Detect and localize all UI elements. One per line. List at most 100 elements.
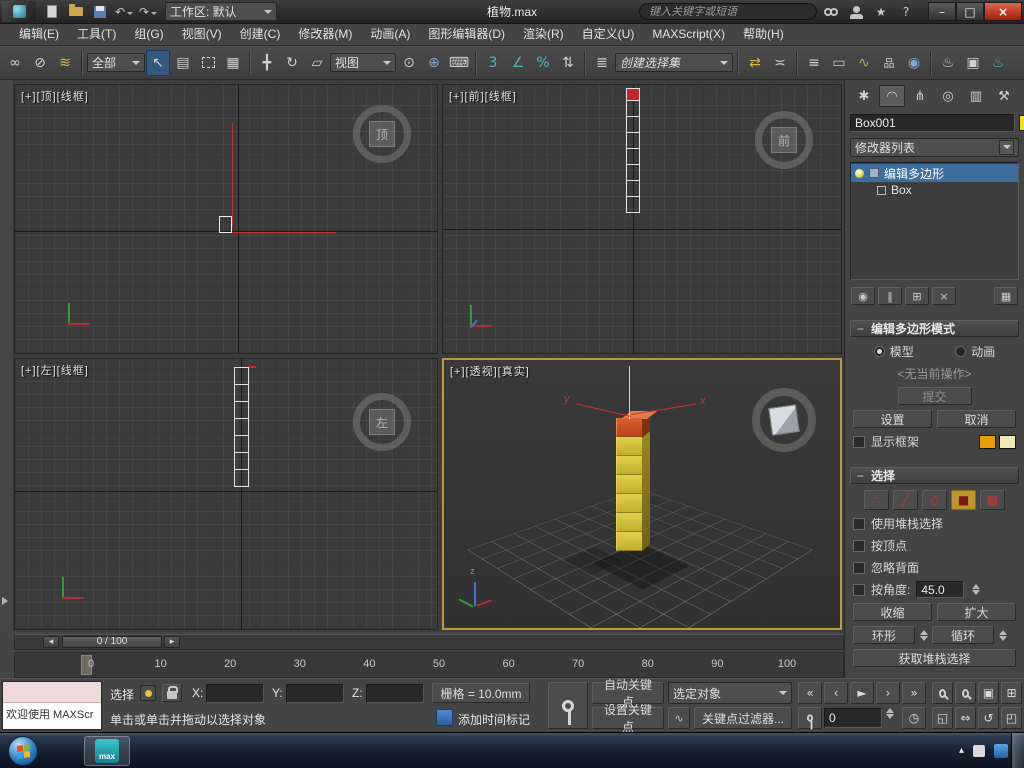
angle-spinner[interactable] xyxy=(970,584,981,595)
by-vertex-checkbox[interactable] xyxy=(853,539,865,552)
previous-frame-button[interactable]: ◂ xyxy=(43,636,59,648)
key-mode-toggle-button[interactable] xyxy=(798,707,822,730)
select-and-rotate-button[interactable]: ↻ xyxy=(280,50,304,76)
go-to-start-button[interactable]: « xyxy=(798,682,822,704)
undo-button[interactable]: ↶ xyxy=(113,2,135,22)
box-object-top-view[interactable] xyxy=(219,216,232,233)
viewcube[interactable]: 左 xyxy=(353,393,411,451)
viewcube[interactable]: 顶 xyxy=(353,105,411,163)
taskbar-item-3dsmax[interactable]: max xyxy=(84,736,130,766)
align-button[interactable]: ≍ xyxy=(768,50,792,76)
use-stack-selection-checkbox[interactable] xyxy=(853,517,865,530)
settings-button[interactable]: 设置 xyxy=(853,410,932,428)
z-coordinate-field[interactable] xyxy=(366,684,424,703)
key-filters-button[interactable]: 关键点过滤器... xyxy=(694,707,792,729)
add-time-tag-label[interactable]: 添加时间标记 xyxy=(458,711,530,728)
viewport-top[interactable]: [+][顶][线框] 顶 xyxy=(14,84,438,354)
viewport-front-label[interactable]: [+][前][线框] xyxy=(449,88,517,104)
time-slider[interactable]: ◂ 0 / 100 ▸ xyxy=(14,634,844,650)
shrink-button[interactable]: 收缩 xyxy=(853,603,932,621)
sign-in-button[interactable] xyxy=(845,2,867,22)
open-file-button[interactable] xyxy=(65,2,87,22)
menu-customize[interactable]: 自定义(U) xyxy=(573,24,644,45)
menu-help[interactable]: 帮助(H) xyxy=(734,24,793,45)
menu-tools[interactable]: 工具(T) xyxy=(68,24,125,45)
play-button[interactable]: ► xyxy=(850,682,874,704)
viewport-perspective[interactable]: [+][透视][真实] x y z xyxy=(442,358,842,630)
object-color-swatch[interactable] xyxy=(1019,115,1024,131)
tab-modify[interactable]: ◠ xyxy=(879,85,905,107)
spinner-snap-button[interactable]: ⇅ xyxy=(556,50,580,76)
pin-stack-button[interactable]: ◉ xyxy=(851,287,875,305)
time-slider-thumb[interactable]: 0 / 100 xyxy=(62,636,162,648)
configure-modifier-sets-button[interactable]: ▦ xyxy=(994,287,1018,305)
redo-button[interactable]: ↷ xyxy=(137,2,159,22)
pan-view-button[interactable]: ⇔ xyxy=(955,707,976,729)
subobject-border-button[interactable]: ◇ xyxy=(922,490,947,510)
viewcube-ring[interactable] xyxy=(752,388,816,452)
unlink-selection-button[interactable]: ⊘ xyxy=(28,50,52,76)
window-crossing-button[interactable]: ▦ xyxy=(221,50,245,76)
menu-modifiers[interactable]: 修改器(M) xyxy=(289,24,361,45)
tray-icon[interactable] xyxy=(973,744,985,757)
material-editor-button[interactable]: ◉ xyxy=(902,50,926,76)
menu-create[interactable]: 创建(C) xyxy=(231,24,290,45)
selected-polygon[interactable] xyxy=(616,418,642,437)
current-frame-field[interactable] xyxy=(824,708,882,728)
curve-editor-button[interactable]: ∿ xyxy=(852,50,876,76)
cage-color-swatch-1[interactable] xyxy=(979,434,996,449)
workspace-dropdown[interactable]: 工作区: 默认 xyxy=(165,2,277,21)
maximize-viewport-button[interactable]: ◰ xyxy=(1001,707,1022,729)
select-by-name-button[interactable]: ▤ xyxy=(171,50,195,76)
snaps-toggle-button[interactable]: 3 xyxy=(481,50,505,76)
make-unique-button[interactable]: ⊞ xyxy=(905,287,929,305)
ignore-backfacing-checkbox[interactable] xyxy=(853,561,865,574)
viewcube-face-label[interactable]: 顶 xyxy=(369,121,395,147)
radio-dot[interactable] xyxy=(955,346,967,357)
menu-animation[interactable]: 动画(A) xyxy=(361,24,419,45)
key-filter-dropdown[interactable]: 选定对象 xyxy=(668,682,792,704)
selection-filter-dropdown[interactable]: 全部 xyxy=(87,53,145,72)
ring-spinner[interactable] xyxy=(918,629,929,641)
isolate-selection-button[interactable] xyxy=(140,685,156,701)
lightbulb-icon[interactable] xyxy=(855,168,864,178)
menu-rendering[interactable]: 渲染(R) xyxy=(514,24,573,45)
commit-button[interactable]: 提交 xyxy=(897,387,972,405)
gizmo-z-axis[interactable] xyxy=(629,366,630,419)
get-stack-selection-button[interactable]: 获取堆栈选择 xyxy=(853,649,1016,667)
listener-line[interactable]: 欢迎使用 MAXScr xyxy=(3,703,101,729)
rollout-header[interactable]: − 选择 xyxy=(850,467,1019,484)
zoom-extents-all-button[interactable]: ⊞ xyxy=(1001,682,1022,704)
track-bar[interactable]: 0 10 20 30 40 50 60 70 80 90 100 xyxy=(14,652,844,678)
cage-color-swatch-2[interactable] xyxy=(999,434,1016,449)
previous-key-button[interactable]: ‹ xyxy=(824,682,848,704)
by-angle-checkbox[interactable] xyxy=(853,583,865,596)
go-to-end-button[interactable]: » xyxy=(902,682,926,704)
selected-polygon[interactable] xyxy=(248,366,256,368)
gizmo-y-axis[interactable] xyxy=(576,403,632,417)
maxscript-mini-listener[interactable]: 欢迎使用 MAXScr xyxy=(2,681,102,730)
box-object-perspective[interactable] xyxy=(616,418,642,551)
viewport-left[interactable]: [+][左][线框] 左 xyxy=(14,358,438,630)
reference-coordinate-dropdown[interactable]: 视图 xyxy=(330,53,396,72)
next-frame-button[interactable]: ▸ xyxy=(164,636,180,648)
box-object-left-view[interactable] xyxy=(234,367,249,487)
selection-region-button[interactable] xyxy=(196,50,220,76)
favorites-button[interactable]: ★ xyxy=(870,2,892,22)
select-and-move-button[interactable]: ╋ xyxy=(255,50,279,76)
show-cage-checkbox[interactable] xyxy=(853,435,865,448)
viewcube-ring[interactable]: 前 xyxy=(755,111,813,169)
percent-snap-button[interactable]: % xyxy=(531,50,555,76)
bind-to-spacewarp-button[interactable]: ≋ xyxy=(53,50,77,76)
subobject-element-button[interactable]: ▩ xyxy=(980,490,1005,510)
ring-button[interactable]: 环形 xyxy=(853,626,915,644)
search-button[interactable] xyxy=(820,2,842,22)
show-desktop-button[interactable] xyxy=(1011,733,1024,768)
subobject-polygon-button[interactable]: ■ xyxy=(951,490,976,510)
subobject-edge-button[interactable]: ╱ xyxy=(893,490,918,510)
frame-spinner[interactable] xyxy=(884,708,895,719)
rendered-frame-button[interactable]: ▣ xyxy=(961,50,985,76)
object-name-field[interactable] xyxy=(850,114,1015,132)
new-scene-button[interactable] xyxy=(41,2,63,22)
tab-display[interactable]: ▥ xyxy=(963,85,989,107)
